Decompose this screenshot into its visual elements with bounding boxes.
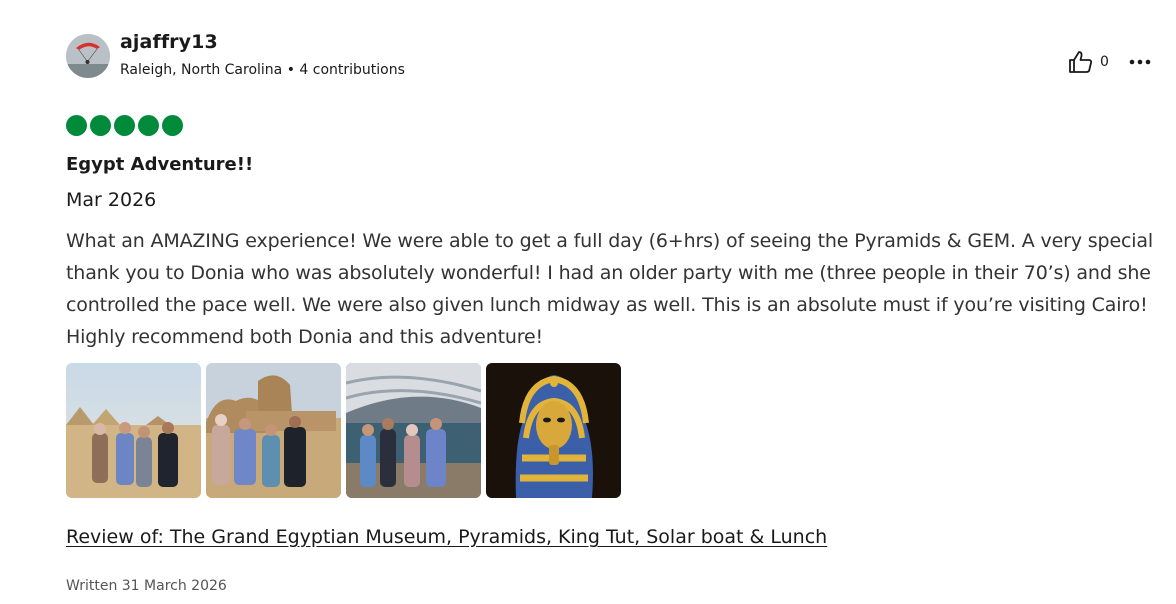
pyramids-group-photo [66, 363, 201, 498]
review-photo-king-tut[interactable] [486, 363, 621, 498]
visit-date: Mar 2026 [66, 189, 157, 211]
paraglider-avatar-icon [66, 34, 110, 78]
review-photo-pyramids[interactable] [66, 363, 201, 498]
more-options-button[interactable] [1128, 50, 1152, 74]
helpful-count: 0 [1100, 54, 1109, 70]
museum-group-photo [346, 363, 481, 498]
rating-bubble [138, 115, 159, 136]
sphinx-group-photo [206, 363, 341, 498]
rating-bubble [114, 115, 135, 136]
written-date: Written 31 March 2026 [66, 578, 227, 594]
review-of-link[interactable]: Review of: The Grand Egyptian Museum, Py… [66, 526, 827, 548]
reviewer-username[interactable]: ajaffry13 [120, 31, 218, 53]
review-title: Egypt Adventure!! [66, 154, 254, 175]
helpful-vote-button[interactable]: 0 [1068, 50, 1109, 74]
review-body: What an AMAZING experience! We were able… [66, 230, 1154, 348]
king-tut-mask-photo [486, 363, 621, 498]
rating-bubble [90, 115, 111, 136]
avatar[interactable] [66, 34, 110, 78]
rating-bubble [66, 115, 87, 136]
more-dots-icon [1129, 59, 1151, 65]
reviewer-meta: Raleigh, North Carolina • 4 contribution… [120, 62, 405, 78]
review-photos [66, 363, 621, 498]
review-photo-museum[interactable] [346, 363, 481, 498]
bubble-rating [66, 115, 183, 136]
thumbs-up-icon [1069, 51, 1092, 73]
rating-bubble [162, 115, 183, 136]
review-photo-sphinx[interactable] [206, 363, 341, 498]
